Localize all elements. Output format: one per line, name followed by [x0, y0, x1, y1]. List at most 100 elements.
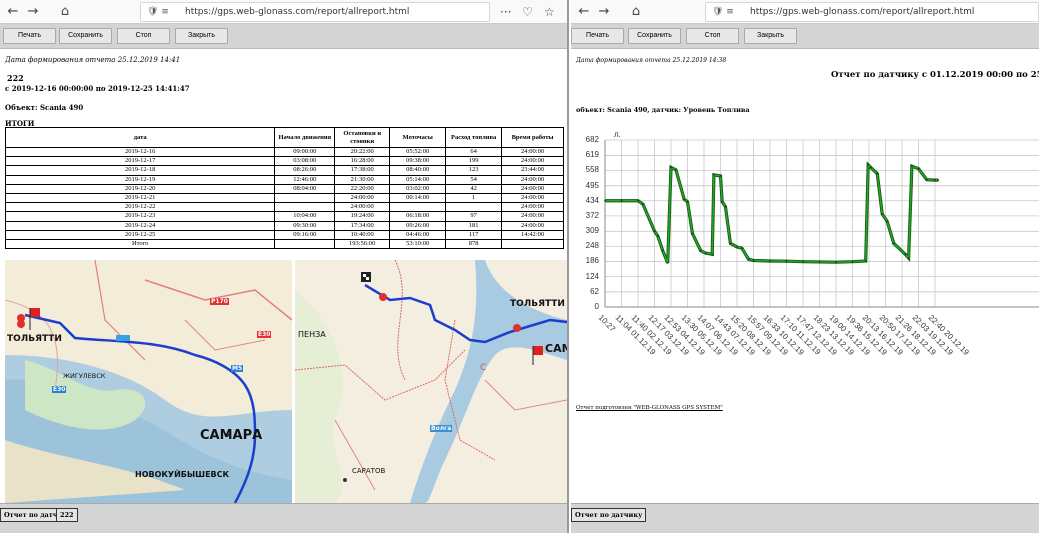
table-cell: 2019-12-22 [4, 202, 276, 213]
home-icon[interactable]: ⌂ [56, 3, 74, 21]
table-cell: 2019-12-21 [4, 192, 276, 204]
table-cell: 2019-12-23 [4, 211, 276, 222]
series-line-shadow [605, 161, 939, 264]
table-total-cell [501, 238, 564, 250]
map-road-m5: M5 [231, 365, 244, 372]
map-road-e30-2: E30 [52, 386, 67, 393]
table-cell: 64 [445, 146, 503, 158]
url-field[interactable]: 🛡 ≡ https://gps.web-glonass.com/report/a… [140, 2, 490, 22]
report-222-tab[interactable]: 222 [56, 508, 78, 522]
data-point [724, 205, 727, 208]
data-point [721, 200, 723, 203]
data-point [925, 178, 928, 181]
address-toolbar-right: ← → ⌂ 🛡 ≡ https://gps.web-glonass.com/re… [571, 0, 1039, 24]
table-cell: 08:04:00 [274, 183, 336, 194]
data-point [869, 166, 872, 169]
url-field-right[interactable]: 🛡 ≡ https://gps.web-glonass.com/report/a… [705, 2, 1039, 22]
data-point [711, 253, 714, 256]
back-icon[interactable]: ← [575, 3, 593, 21]
back-icon[interactable]: ← [4, 3, 22, 21]
data-point [911, 165, 913, 168]
address-toolbar: ← → ⌂ 🛡 ≡ https://gps.web-glonass.com/re… [0, 0, 567, 24]
map-label-zhigulevsk: ЖИГУЛЕВСК [63, 372, 106, 380]
table-cell: 24:00:00 [334, 192, 391, 204]
close-button[interactable]: Закрыть [175, 28, 228, 44]
stop-button[interactable]: Стоп [117, 28, 170, 44]
data-point [785, 260, 788, 263]
col-work-time: Время работы [501, 127, 564, 148]
table-total-cell: Итого [4, 238, 276, 250]
data-point [691, 232, 694, 235]
map-label-c: С [480, 363, 487, 373]
save-button[interactable]: Сохранить [59, 28, 112, 44]
bookmark-star-icon[interactable]: ☆ [544, 3, 555, 21]
map-label-saratov: САРАТОВ [352, 467, 386, 475]
report-footer-link[interactable]: Отчет подготовлен "WEB-GLONASS GPS SYSTE… [576, 405, 723, 411]
table-row: 2019-12-20 08:04:00 22:20:00 03:02:00 42 24:0… [4, 183, 564, 194]
close-button[interactable]: Закрыть [744, 28, 797, 44]
table-cell: 08:40:00 [389, 165, 447, 176]
data-point [876, 172, 879, 175]
sensor-report-tab-right[interactable]: Отчет по датчику [571, 508, 647, 522]
report-toolbar: Печать Сохранить Стоп Закрыть [0, 24, 567, 49]
data-point [642, 203, 644, 205]
print-button[interactable]: Печать [3, 28, 56, 44]
table-cell: 09:30:00 [274, 220, 336, 231]
data-point [818, 261, 821, 263]
data-point [657, 235, 659, 237]
col-fuel: Расход топлива [445, 127, 503, 148]
report-formed-date: Дата формирования отчета 25.12.2019 14:4… [5, 56, 181, 64]
table-row: 2019-12-24 09:30:00 17:34:00 09:26:00 181 24:… [4, 220, 564, 231]
table-cell: 05:52:00 [389, 146, 447, 158]
data-point [851, 260, 854, 263]
data-point [699, 249, 702, 252]
table-row: 2019-12-25 09:16:00 10:40:00 04:46:00 117 14:… [4, 229, 564, 240]
data-point [867, 164, 869, 166]
table-cell: 04:46:00 [389, 229, 447, 240]
map-label-penza: ПЕНЗА [298, 330, 326, 339]
page-actions-icon[interactable]: ··· [500, 3, 511, 21]
table-cell: 03:08:00 [274, 156, 336, 167]
map-label-togliatti-2: ТОЛЬЯТТИ [510, 299, 565, 309]
table-header-row: дата Начало движения Остановки и стоянки… [4, 127, 564, 148]
map-label-volga: Волга [430, 425, 453, 432]
table-cell: 54 [445, 174, 503, 185]
route-map-samara[interactable]: ТОЛЬЯТТИ ЖИГУЛЕВСК САМАРА НОВОКУЙБЫШЕВСК… [5, 260, 292, 503]
data-point [653, 230, 656, 232]
fuel-level-chart: л. 0 62 124 186 248 309 372 434 495 558 619 682 10:… [571, 130, 1039, 390]
table-row: 2019-12-21 24:00:00 00:14:00 1 24:00:00 [4, 192, 564, 204]
route-map-region[interactable]: ПЕНЗА ТОЛЬЯТТИ САМ САРАТОВ Волга С [295, 260, 567, 503]
data-point [886, 220, 888, 223]
data-point [637, 199, 639, 202]
table-cell: 2019-12-24 [4, 220, 276, 231]
table-cell: 12:46:00 [274, 174, 336, 185]
save-button[interactable]: Сохранить [628, 28, 681, 44]
data-point [802, 260, 804, 263]
table-total-row: Итого 193:56:00 53:10:00 878 [4, 238, 564, 250]
home-icon[interactable]: ⌂ [627, 3, 645, 21]
print-button[interactable]: Печать [571, 28, 624, 44]
lock-icon: 🛡 ≡ [147, 7, 169, 17]
data-point [670, 166, 672, 169]
table-cell: 00:14:00 [389, 192, 447, 204]
map-label-novokuybyshevsk: НОВОКУЙБЫШЕВСК [135, 470, 230, 479]
map-region-svg [295, 260, 567, 503]
report-object: Объект: Scania 490 [5, 103, 84, 112]
col-move-start: Начало движения [274, 127, 336, 148]
left-status-bar: Отчет по датчику 222 [0, 503, 567, 533]
table-cell: 10:40:00 [334, 229, 391, 240]
table-cell: 1 [445, 192, 503, 204]
pocket-icon[interactable]: ♡ [522, 3, 533, 21]
data-point [604, 199, 606, 202]
forward-icon[interactable]: → [24, 3, 42, 21]
sensor-report-title: Отчет по датчику с 01.12.2019 00:00 по 2… [831, 70, 1039, 80]
stop-button[interactable]: Стоп [686, 28, 739, 44]
table-cell: 08:26:00 [274, 165, 336, 176]
map-road-e30: E30 [257, 331, 272, 338]
table-cell: 24:00:00 [501, 183, 564, 194]
data-point [661, 249, 664, 252]
data-point [704, 252, 707, 254]
forward-icon[interactable]: → [595, 3, 613, 21]
table-cell: 17:38:00 [334, 165, 391, 176]
table-cell: 24:00:00 [501, 174, 564, 185]
